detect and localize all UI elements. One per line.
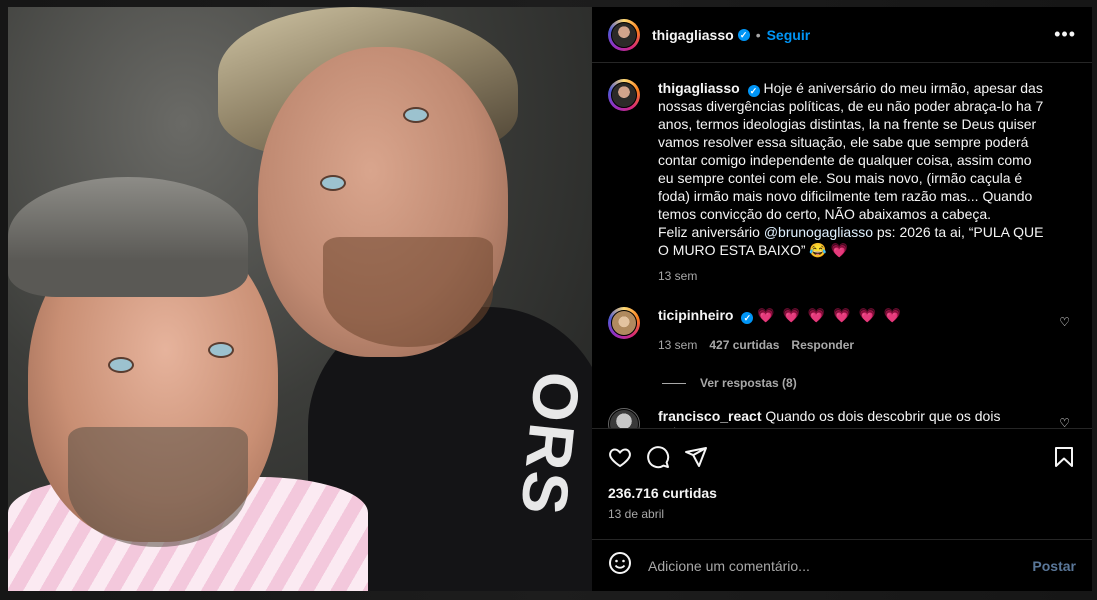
comment-body: francisco_react Quando os dois descobrir… (658, 408, 1048, 428)
action-icons (608, 437, 1076, 477)
person-left-hair (8, 177, 248, 297)
person-left-beard (68, 427, 248, 547)
reply-button[interactable]: Responder (791, 338, 854, 352)
separator-dot: • (755, 26, 761, 43)
comment-age: 13 sem (658, 338, 698, 352)
comments-section[interactable]: thigagliasso ✓ Hoje é aniversário do meu… (592, 63, 1092, 428)
action-bar: 236.716 curtidas 13 de abril (592, 428, 1092, 521)
comment-input[interactable] (646, 556, 1033, 575)
eye (403, 107, 429, 123)
view-replies-button[interactable]: Ver respostas (8) (662, 376, 1076, 390)
commenter-avatar[interactable] (608, 408, 640, 428)
caption-body: thigagliasso ✓ Hoje é aniversário do meu… (658, 79, 1048, 285)
post-header: thigagliasso ✓ • Seguir ••• (592, 7, 1092, 63)
mention-link[interactable]: @brunogagliasso (764, 224, 873, 240)
post-photo[interactable]: ORS (8, 7, 592, 591)
comment-username[interactable]: francisco_react (658, 408, 762, 424)
post-comment-button[interactable]: Postar (1032, 558, 1076, 574)
author-avatar[interactable] (608, 18, 640, 51)
eye (108, 357, 134, 373)
share-send-icon[interactable] (684, 445, 708, 469)
comment-bubble-icon[interactable] (646, 445, 670, 469)
caption-username[interactable]: thigagliasso (658, 80, 740, 96)
caption: thigagliasso ✓ Hoje é aniversário do meu… (608, 79, 1076, 285)
follow-button[interactable]: Seguir (767, 27, 811, 43)
post-modal: ORS thigagliasso ✓ • Seguir ••• thigagli… (8, 7, 1092, 591)
view-replies-label: Ver respostas (8) (700, 376, 797, 390)
comment-like-heart-icon[interactable]: ♡ (1059, 416, 1070, 428)
author-avatar[interactable] (608, 79, 640, 111)
like-heart-icon[interactable] (608, 445, 632, 469)
comment-composer: Postar (592, 539, 1092, 591)
post-date: 13 de abril (608, 507, 665, 521)
likes-count[interactable]: 236.716 curtidas (608, 485, 1076, 501)
verified-icon: ✓ (747, 85, 760, 97)
comment-meta: 13 sem 427 curtidas Responder (658, 338, 1048, 352)
verified-icon: ✓ (737, 28, 750, 41)
comment-item: francisco_react Quando os dois descobrir… (608, 408, 1076, 428)
commenter-avatar[interactable] (608, 307, 640, 339)
comment-likes[interactable]: 427 curtidas (709, 338, 779, 352)
comment-item: ticipinheiro ✓ 💗 💗 💗 💗 💗 💗 13 sem 427 cu… (608, 307, 1076, 352)
bookmark-icon[interactable] (1052, 445, 1076, 469)
eye (208, 342, 234, 358)
emoji-icon[interactable] (608, 551, 632, 580)
person-right-beard (323, 237, 493, 347)
comment-body: ticipinheiro ✓ 💗 💗 💗 💗 💗 💗 13 sem 427 cu… (658, 307, 1048, 352)
verified-icon: ✓ (741, 312, 754, 324)
caption-line2-prefix: Feliz aniversário (658, 224, 760, 240)
hoodie-print: ORS (506, 368, 592, 520)
caption-age: 13 sem (658, 269, 698, 283)
eye (320, 175, 346, 191)
caption-text: Hoje é aniversário do meu irmão, apesar … (658, 80, 1044, 222)
comment-text: 💗 💗 💗 💗 💗 💗 (757, 307, 904, 323)
author-username[interactable]: thigagliasso (652, 27, 734, 43)
divider-line (662, 382, 686, 384)
comment-username[interactable]: ticipinheiro (658, 307, 733, 323)
post-side-panel: thigagliasso ✓ • Seguir ••• thigagliasso… (592, 7, 1092, 591)
more-options-icon[interactable]: ••• (1054, 24, 1076, 45)
comment-like-heart-icon[interactable]: ♡ (1059, 315, 1070, 329)
